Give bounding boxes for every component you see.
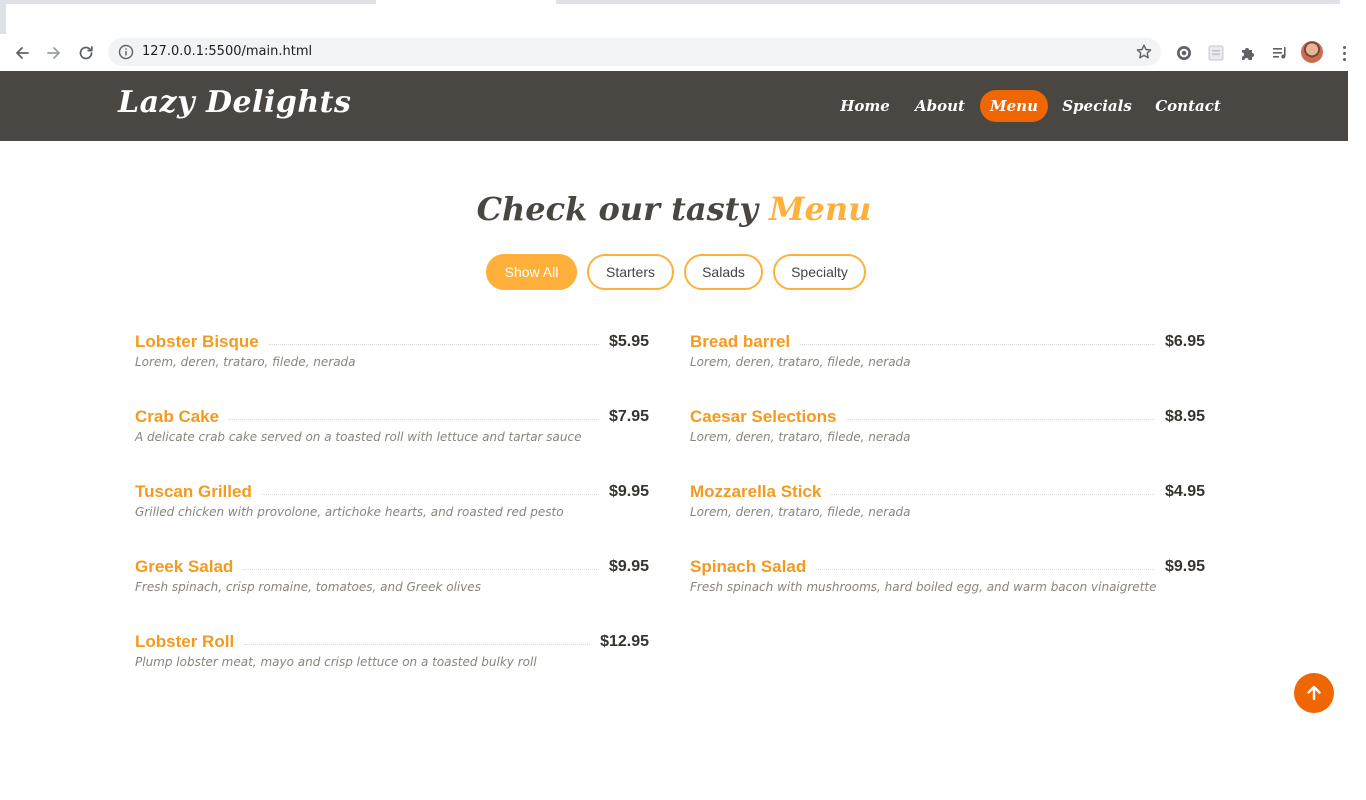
menu-item-price: $8.95 [1164,408,1205,425]
menu-item-price: $6.95 [1164,333,1205,350]
nav-about[interactable]: About [910,90,970,122]
menu-item-price: $4.95 [1164,483,1205,500]
site-header: Lazy Delights Home About Menu Specials C… [0,71,1348,141]
nav-specials[interactable]: Specials [1060,90,1134,122]
extensions-button[interactable] [1237,42,1259,64]
leader-dots [261,493,599,495]
kebab-dot [1342,51,1346,55]
back-button[interactable] [9,40,35,66]
browser-menu-button[interactable] [1335,42,1353,64]
filter-show-all[interactable]: Show All [486,254,577,290]
menu-item: Lobster Roll $12.95 Plump lobster meat, m… [135,630,649,678]
gear-extension-icon [1177,46,1191,60]
section-title-accent: Menu [769,190,872,228]
forward-button[interactable] [41,40,67,66]
menu-item-name[interactable]: Greek Salad [135,557,233,577]
leader-dots [244,643,591,645]
address-bar[interactable]: 127.0.0.1:5500/main.html [108,38,1161,66]
menu-item-name[interactable]: Lobster Bisque [135,332,259,352]
leader-dots [831,493,1155,495]
media-playlist-icon [1273,47,1286,59]
tab-divider-left [6,0,376,4]
menu-item-description: Lorem, deren, trataro, filede, nerada [690,505,911,519]
kebab-dot [1342,45,1346,49]
active-tab[interactable] [376,0,556,6]
page-extension-icon [1208,45,1224,61]
tab-divider-right [556,0,1340,4]
menu-item-price: $7.95 [608,408,649,425]
leader-dots [800,343,1155,345]
leader-dots [229,418,599,420]
tab-strip [0,0,1366,34]
menu-item-name[interactable]: Mozzarella Stick [690,482,821,502]
kebab-dot [1342,57,1346,61]
menu-item-description: Lorem, deren, trataro, filede, nerada [690,355,911,369]
page-scrollbar[interactable] [1348,71,1366,800]
menu-item-price: $9.95 [608,558,649,575]
menu-item-description: Lorem, deren, trataro, filede, nerada [690,430,911,444]
menu-item-name[interactable]: Caesar Selections [690,407,836,427]
section-title: Check our tasty Menu [0,190,1348,228]
menu-item-name[interactable]: Bread barrel [690,332,790,352]
arrow-left-icon [16,47,29,59]
menu-item-description: Plump lobster meat, mayo and crisp lettu… [135,655,537,669]
leader-dots [846,418,1155,420]
arrow-up-icon [1307,685,1321,701]
info-icon[interactable] [118,44,134,60]
menu-item-name[interactable]: Tuscan Grilled [135,482,252,502]
menu-item: Tuscan Grilled $9.95 Grilled chicken with… [135,480,649,528]
filter-specialty[interactable]: Specialty [773,254,866,290]
back-to-top-button[interactable] [1294,673,1334,713]
arrow-right-icon [47,47,60,59]
menu-item-description: Lorem, deren, trataro, filede, nerada [135,355,356,369]
puzzle-icon [1242,48,1254,60]
menu-item: Mozzarella Stick $4.95 Lorem, deren, trat… [690,480,1205,528]
profile-avatar[interactable] [1301,41,1323,63]
url-text[interactable]: 127.0.0.1:5500/main.html [142,44,312,59]
gear-extension-button[interactable] [1173,42,1195,64]
menu-item-name[interactable]: Lobster Roll [135,632,234,652]
tab-strip-edge [0,0,6,34]
menu-item-name[interactable]: Spinach Salad [690,557,806,577]
menu-item: Greek Salad $9.95 Fresh spinach, crisp ro… [135,555,649,603]
menu-item-price: $12.95 [600,633,649,650]
reload-icon [79,46,93,60]
main-nav: Home About Menu Specials Contact [0,90,1348,124]
media-control-button[interactable] [1269,42,1291,64]
menu-item: Bread barrel $6.95 Lorem, deren, trataro,… [690,330,1205,378]
menu-item-description: Fresh spinach with mushrooms, hard boile… [690,580,1157,594]
filter-starters[interactable]: Starters [587,254,674,290]
menu-item-description: A delicate crab cake served on a toasted… [135,430,582,444]
menu-item-price: $9.95 [1164,558,1205,575]
section-title-main: Check our tasty [476,190,770,228]
nav-contact[interactable]: Contact [1152,90,1224,122]
nav-menu[interactable]: Menu [980,90,1048,122]
menu-item: Spinach Salad $9.95 Fresh spinach with mu… [690,555,1205,603]
menu-item-price: $5.95 [608,333,649,350]
page-extension-button[interactable] [1205,42,1227,64]
menu-item-name[interactable]: Crab Cake [135,407,219,427]
leader-dots [268,343,599,345]
menu-item-description: Grilled chicken with provolone, artichok… [135,505,564,519]
reload-button[interactable] [73,40,99,66]
menu-item-description: Fresh spinach, crisp romaine, tomatoes, … [135,580,482,594]
star-icon[interactable] [1135,43,1153,61]
menu-item: Lobster Bisque $5.95 Lorem, deren, tratar… [135,330,649,378]
menu-item-price: $9.95 [608,483,649,500]
browser-toolbar: 127.0.0.1:5500/main.html [0,34,1366,71]
menu-item: Caesar Selections $8.95 Lorem, deren, tra… [690,405,1205,453]
nav-home[interactable]: Home [836,90,894,122]
leader-dots [816,568,1155,570]
filter-salads[interactable]: Salads [684,254,763,290]
leader-dots [243,568,599,570]
menu-item: Crab Cake $7.95 A delicate crab cake serv… [135,405,649,453]
